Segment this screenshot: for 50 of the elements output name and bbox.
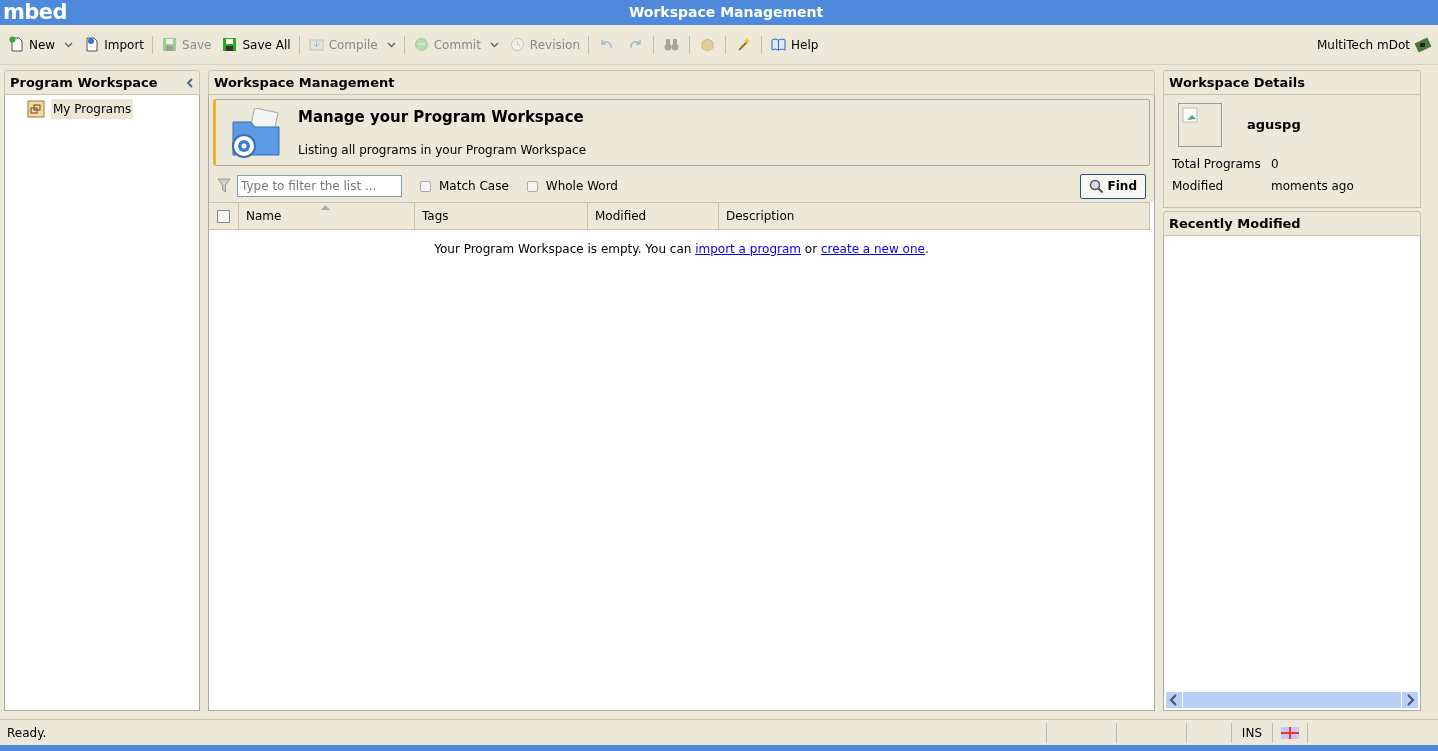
column-header[interactable]: Name <box>246 207 282 225</box>
horizontal-scrollbar[interactable] <box>1166 692 1418 708</box>
clock-icon <box>508 36 526 53</box>
funnel-icon <box>217 178 231 194</box>
column-header[interactable]: Modified <box>595 207 647 225</box>
book-icon <box>770 36 787 53</box>
checkbox[interactable] <box>420 180 431 192</box>
checkbox[interactable] <box>526 180 538 192</box>
caret-icon <box>386 41 396 48</box>
panel-title: Recently Modified <box>1169 214 1301 233</box>
link[interactable]: import a program <box>695 242 801 256</box>
checkbox-label: Whole Word <box>545 178 618 195</box>
toolbar-button[interactable]: Import <box>81 33 146 56</box>
new-file-icon <box>8 36 25 53</box>
panel-title: Workspace Management <box>214 73 395 92</box>
detail-label: Total Programs <box>1172 156 1262 173</box>
detail-value: moments ago <box>1271 178 1355 195</box>
banner-heading: Manage your Program Workspace <box>298 107 585 128</box>
window-title: Workspace Management <box>628 3 824 22</box>
platform-label[interactable]: MultiTech mDot <box>1317 35 1410 54</box>
toolbar-button[interactable]: Save All <box>219 33 293 56</box>
link[interactable]: create a new one <box>820 242 925 256</box>
user-name: aguspg <box>1247 116 1301 135</box>
toolbar-button[interactable]: Help <box>768 33 821 56</box>
caret-icon <box>64 41 74 48</box>
collapse-icon[interactable] <box>186 77 194 88</box>
select-all-checkbox[interactable] <box>217 209 230 223</box>
status-message: Ready. <box>6 724 48 742</box>
panel-title: Workspace Details <box>1169 73 1305 92</box>
column-header[interactable]: Tags <box>422 207 449 225</box>
tree-item[interactable]: My Programs <box>51 99 134 119</box>
toolbar-button[interactable]: New <box>6 33 76 56</box>
column-header[interactable]: Description <box>726 207 795 225</box>
binoculars-icon <box>663 36 680 53</box>
panel-title: Program Workspace <box>10 73 158 92</box>
empty-message: Your Program Workspace is empty. You can import a program or create a new one. <box>434 241 929 258</box>
detail-label: Modified <box>1172 178 1225 195</box>
import-file-icon <box>83 36 101 53</box>
caret-icon <box>489 41 499 48</box>
logo: mbed <box>3 0 68 26</box>
folder-stack-icon <box>27 100 45 118</box>
checkbox-label: Match Case <box>439 178 509 195</box>
search-icon <box>1088 178 1104 194</box>
filter-field[interactable]: Type to filter the list ... <box>237 175 402 197</box>
insert-mode-indicator: INS <box>1241 724 1262 742</box>
broken-image-icon <box>1178 103 1222 147</box>
flag-icon <box>1281 726 1299 739</box>
detail-value: 0 <box>1271 156 1280 173</box>
find-button[interactable]: Find <box>1079 173 1146 199</box>
banner-subtitle: Listing all programs in your Program Workspace <box>298 142 587 159</box>
